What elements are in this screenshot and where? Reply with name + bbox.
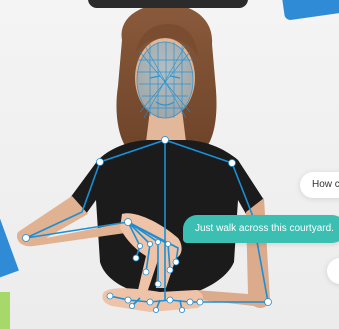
joint-finger bbox=[124, 296, 132, 304]
joint-right-wrist bbox=[196, 298, 204, 306]
joint-left-wrist bbox=[124, 218, 132, 226]
joint-right-elbow bbox=[264, 298, 272, 306]
joint-left-shoulder bbox=[96, 158, 104, 166]
joint-finger bbox=[186, 298, 194, 306]
incoming-message-text: How c bbox=[312, 179, 339, 190]
joint-finger bbox=[152, 306, 159, 313]
joint-finger bbox=[146, 240, 153, 247]
joint-finger bbox=[166, 266, 174, 274]
incoming-message-bubble: How c bbox=[300, 172, 339, 198]
joint-finger bbox=[166, 296, 174, 304]
sign-language-tracking-scene: How c Just walk across this courtyard. bbox=[0, 0, 339, 329]
translation-message-bubble: Just walk across this courtyard. bbox=[183, 215, 339, 243]
joint-right-shoulder bbox=[228, 159, 236, 167]
left-edge-accent-green bbox=[0, 292, 10, 329]
joint-finger bbox=[178, 306, 185, 313]
joint-finger bbox=[128, 302, 135, 309]
tracking-overlay bbox=[22, 41, 272, 313]
joint-finger bbox=[106, 292, 114, 300]
joint-finger bbox=[164, 240, 171, 247]
joint-finger bbox=[154, 238, 161, 245]
face-mesh-icon bbox=[136, 41, 194, 119]
joint-finger bbox=[132, 254, 140, 262]
top-device-bar bbox=[88, 0, 248, 8]
joint-finger bbox=[142, 268, 150, 276]
joint-finger bbox=[172, 258, 180, 266]
joint-finger bbox=[154, 280, 162, 288]
joint-finger bbox=[136, 242, 143, 249]
translation-message-text: Just walk across this courtyard. bbox=[195, 223, 334, 234]
joint-neck bbox=[161, 136, 169, 144]
joint-left-elbow bbox=[22, 234, 30, 242]
joint-finger bbox=[146, 298, 154, 306]
